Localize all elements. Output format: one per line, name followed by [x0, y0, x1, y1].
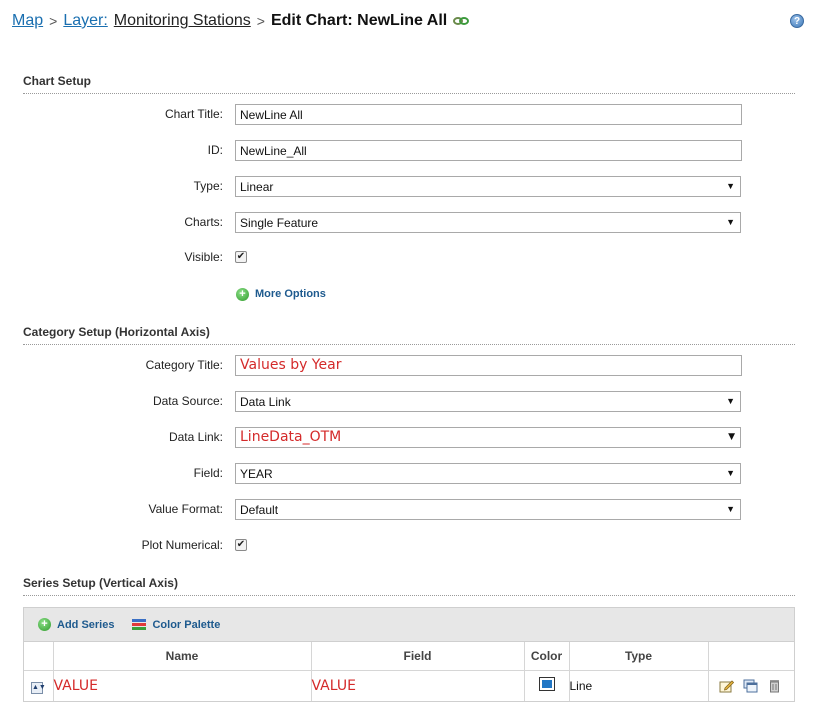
help-icon[interactable]: ? — [790, 14, 804, 28]
more-options-label: More Options — [255, 288, 326, 300]
chart-type-label: Type: — [193, 179, 223, 193]
series-toolbar: + Add Series Color Palette — [24, 608, 794, 642]
series-table: Name Field Color Type ▲▼ VALUE VALUE Lin… — [24, 642, 794, 701]
value-format-label: Value Format: — [148, 502, 223, 516]
add-series-label: Add Series — [57, 618, 115, 631]
color-column-header: Color — [524, 642, 570, 671]
chart-title-input[interactable]: NewLine All — [235, 104, 742, 125]
copy-icon[interactable] — [743, 679, 758, 693]
plot-numerical-row: Plot Numerical: ✔ — [0, 535, 814, 557]
field-column-header: Field — [311, 642, 525, 671]
add-series-button[interactable]: + Add Series — [38, 618, 114, 631]
breadcrumb-separator: > — [49, 13, 58, 29]
series-setup-heading: Series Setup (Vertical Axis) — [23, 576, 795, 596]
chart-title-row: Chart Title: NewLine All — [0, 104, 814, 126]
series-type-cell: Line — [569, 670, 709, 701]
visible-label: Visible: — [184, 250, 223, 264]
category-title-input[interactable]: Values by Year — [235, 355, 742, 376]
category-title-label: Category Title: — [145, 358, 223, 372]
chart-id-label: ID: — [207, 143, 223, 157]
more-options-link[interactable]: + More Options — [236, 286, 326, 302]
data-source-row: Data Source: Data Link — [0, 391, 814, 413]
breadcrumb-layer-name-link[interactable]: Monitoring Stations — [114, 12, 251, 30]
actions-cell — [708, 670, 794, 701]
color-palette-button[interactable]: Color Palette — [132, 618, 221, 631]
data-source-select[interactable]: Data Link — [235, 391, 741, 412]
data-link-row: Data Link: LineData_OTM — [0, 427, 814, 449]
visible-checkbox[interactable]: ✔ — [235, 251, 247, 263]
series-name-cell: VALUE — [53, 670, 312, 701]
charts-row: Charts: Single Feature — [0, 212, 814, 234]
table-row: ▲▼ VALUE VALUE Line — [24, 670, 794, 701]
visible-row: Visible: ✔ — [0, 247, 814, 269]
edit-icon[interactable] — [719, 679, 734, 693]
plus-circle-icon: + — [236, 287, 249, 301]
data-link-label: Data Link: — [168, 430, 223, 444]
field-select[interactable]: YEAR — [235, 463, 741, 484]
trash-icon[interactable] — [767, 679, 782, 693]
page-title: Edit Chart: NewLine All — [270, 12, 448, 29]
chart-title-label: Chart Title: — [164, 107, 223, 121]
category-setup-heading: Category Setup (Horizontal Axis) — [23, 325, 795, 345]
chart-setup-heading: Chart Setup — [23, 74, 795, 94]
type-column-header: Type — [569, 642, 709, 671]
series-color-cell — [524, 670, 570, 701]
plus-circle-icon: + — [38, 618, 51, 631]
chart-type-select[interactable]: Linear — [235, 176, 741, 197]
charts-select[interactable]: Single Feature — [235, 212, 741, 233]
breadcrumb-layer-link[interactable]: Layer: — [63, 12, 107, 30]
breadcrumb-map-link[interactable]: Map — [12, 12, 43, 30]
chart-id-row: ID: NewLine_All — [0, 140, 814, 162]
handle-cell: ▲▼ — [24, 670, 54, 701]
color-swatch[interactable] — [538, 677, 555, 692]
field-label: Field: — [193, 466, 223, 480]
data-link-select[interactable]: LineData_OTM — [235, 427, 741, 448]
plot-numerical-label: Plot Numerical: — [141, 538, 223, 552]
charts-label: Charts: — [184, 215, 223, 229]
chart-type-row: Type: Linear — [0, 176, 814, 198]
name-column-header: Name — [53, 642, 312, 671]
chart-id-input[interactable]: NewLine_All — [235, 140, 742, 161]
category-title-row: Category Title: Values by Year — [0, 355, 814, 377]
drag-handle-icon[interactable]: ▲▼ — [31, 681, 46, 694]
series-field-cell: VALUE — [311, 670, 525, 701]
value-format-select[interactable]: Default — [235, 499, 741, 520]
color-palette-icon — [132, 618, 147, 631]
color-palette-label: Color Palette — [152, 618, 221, 631]
link-icon[interactable] — [453, 15, 470, 27]
value-format-row: Value Format: Default — [0, 499, 814, 521]
handle-column-header — [24, 642, 54, 671]
data-source-label: Data Source: — [152, 394, 223, 408]
plot-numerical-checkbox[interactable]: ✔ — [235, 539, 247, 551]
actions-column-header — [708, 642, 794, 671]
series-panel: + Add Series Color Palette Name Field Co… — [23, 607, 795, 702]
breadcrumb: Map > Layer: Monitoring Stations > Edit … — [12, 10, 470, 32]
field-row: Field: YEAR — [0, 463, 814, 485]
breadcrumb-separator: > — [256, 13, 265, 29]
